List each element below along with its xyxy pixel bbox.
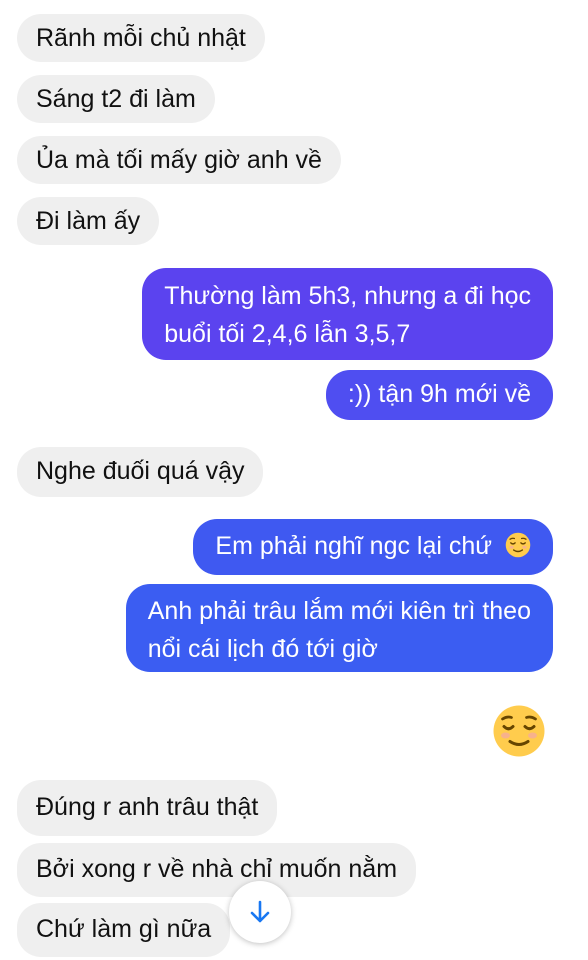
relieved-face-emoji-icon[interactable] — [492, 704, 546, 758]
arrow-down-icon — [250, 900, 270, 923]
message-text: Đúng r anh trâu thật — [36, 793, 259, 821]
message-text: Em phải nghĩ ngc lại chứ — [215, 532, 493, 560]
scroll-to-bottom-button[interactable] — [229, 881, 291, 943]
incoming-message[interactable]: Ủa mà tối mấy giờ anh về — [17, 136, 341, 184]
incoming-message[interactable]: Đúng r anh trâu thật — [17, 780, 278, 836]
message-text: Rãnh mỗi chủ nhật — [36, 24, 246, 52]
incoming-message[interactable]: Chứ làm gì nữa — [17, 903, 231, 957]
message-text: Chứ làm gì nữa — [36, 915, 212, 943]
incoming-message[interactable]: Sáng t2 đi làm — [17, 75, 215, 123]
message-text-line: buổi tối 2,4,6 lẫn 3,5,7 — [164, 320, 411, 348]
relieved-face-emoji-icon — [505, 532, 531, 558]
message-text: Bởi xong r về nhà chỉ muốn nằm — [36, 855, 398, 883]
message-text-line: Thường làm 5h3, nhưng a đi học — [164, 282, 531, 310]
incoming-message[interactable]: Bởi xong r về nhà chỉ muốn nằm — [17, 843, 417, 897]
message-text: :)) tận 9h mới về — [347, 380, 531, 408]
message-text-line: Anh phải trâu lắm mới kiên trì theo — [147, 597, 531, 625]
message-text: Đi làm ấy — [36, 207, 141, 235]
outgoing-message[interactable]: Anh phải trâu lắm mới kiên trì theo nổi … — [125, 584, 553, 672]
outgoing-message[interactable]: :)) tận 9h mới về — [325, 370, 553, 420]
message-text: Ủa mà tối mấy giờ anh về — [36, 146, 322, 174]
outgoing-message[interactable]: Thường làm 5h3, nhưng a đi học buổi tối … — [142, 268, 553, 360]
message-text-line: nổi cái lịch đó tới giờ — [147, 635, 378, 663]
incoming-message[interactable]: Đi làm ấy — [17, 197, 160, 245]
message-text: Sáng t2 đi làm — [36, 85, 196, 113]
incoming-message[interactable]: Nghe đuối quá vậy — [17, 447, 264, 497]
outgoing-message[interactable]: Em phải nghĩ ngc lại chứ — [193, 519, 553, 575]
chat-thread: Rãnh mỗi chủ nhật Sáng t2 đi làm Ủa mà t… — [0, 0, 588, 960]
incoming-message[interactable]: Rãnh mỗi chủ nhật — [17, 14, 265, 62]
message-text: Nghe đuối quá vậy — [36, 457, 245, 485]
